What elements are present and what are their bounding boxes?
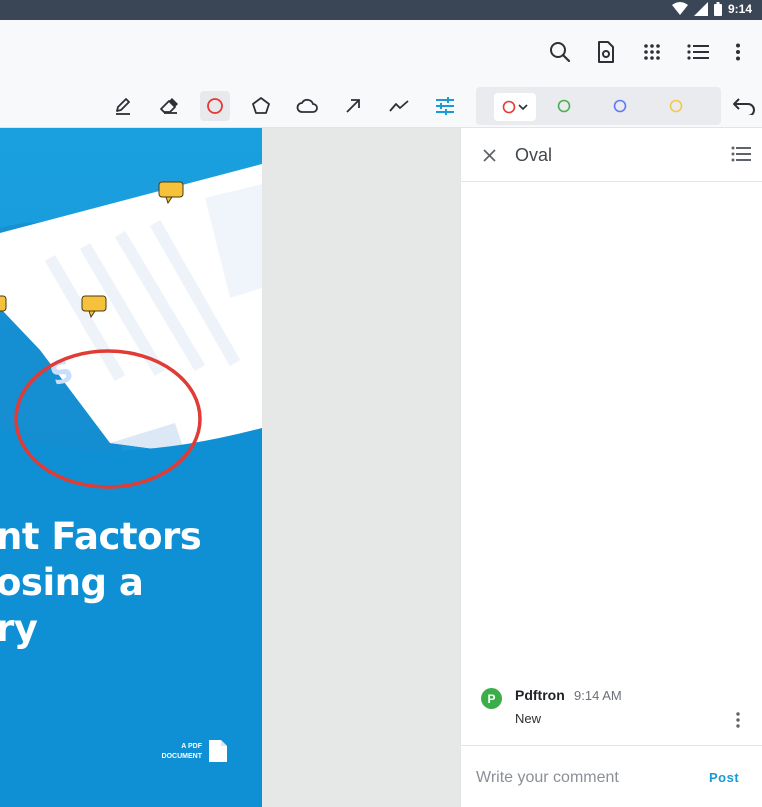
arrow-icon[interactable]	[338, 91, 368, 121]
red-color-icon	[502, 100, 516, 114]
search-icon[interactable]	[548, 40, 572, 64]
document-page[interactable]: S nt Factors osing a ry A PDF DOCUMENT	[0, 128, 262, 807]
comment-author: Pdftron	[515, 687, 565, 703]
list-icon[interactable]	[686, 40, 710, 64]
blue-color-icon[interactable]	[613, 99, 627, 113]
polygon-icon[interactable]	[246, 91, 276, 121]
post-button[interactable]: Post	[709, 770, 739, 785]
selected-color-dropdown[interactable]	[494, 93, 536, 121]
panel-header: Oval	[461, 128, 762, 182]
title-line: nt Factors	[0, 515, 202, 558]
title-line: ry	[0, 607, 38, 650]
chevron-down-icon	[518, 104, 528, 111]
app-bar	[0, 20, 762, 82]
more-vert-icon[interactable]	[729, 708, 747, 732]
signal-icon	[693, 2, 708, 16]
panel-title: Oval	[515, 145, 553, 165]
annotation-toolbar	[0, 82, 762, 128]
comment-item: P Pdftron 9:14 AM New	[461, 678, 762, 744]
document-title: nt Factors osing a ry	[0, 514, 262, 652]
close-icon[interactable]	[480, 146, 498, 164]
pdf-document-label: A PDF DOCUMENT	[161, 743, 202, 760]
green-color-icon[interactable]	[557, 99, 571, 113]
comment-bubble-icon	[0, 295, 7, 312]
comment-text: New	[515, 711, 542, 726]
comment-time: 9:14 AM	[574, 688, 622, 703]
eraser-icon[interactable]	[154, 91, 184, 121]
avatar: P	[481, 688, 502, 709]
cloud-icon[interactable]	[292, 91, 322, 121]
list-icon[interactable]	[731, 146, 751, 164]
freehand-line-icon[interactable]	[384, 91, 414, 121]
status-bar: 9:14	[0, 0, 762, 20]
color-presets	[476, 87, 721, 125]
oval-icon[interactable]	[200, 91, 230, 121]
viewer-background	[262, 128, 460, 807]
comment-compose: Post	[461, 745, 762, 807]
comment-input[interactable]	[476, 764, 696, 792]
annotation-comment-panel: Oval P Pdftron 9:14 AM New Post	[460, 128, 762, 807]
more-vert-icon[interactable]	[726, 40, 750, 64]
grid-icon[interactable]	[640, 40, 664, 64]
title-line: osing a	[0, 561, 144, 604]
undo-icon[interactable]	[730, 91, 760, 121]
style-settings-icon[interactable]	[430, 91, 460, 121]
page-settings-icon[interactable]	[594, 40, 618, 64]
yellow-color-icon[interactable]	[669, 99, 683, 113]
status-time: 9:14	[727, 2, 752, 16]
battery-icon	[713, 2, 722, 16]
file-icon	[209, 740, 227, 762]
cover-illustration: S	[0, 128, 262, 807]
wifi-icon	[671, 2, 688, 15]
pen-icon[interactable]	[108, 91, 138, 121]
